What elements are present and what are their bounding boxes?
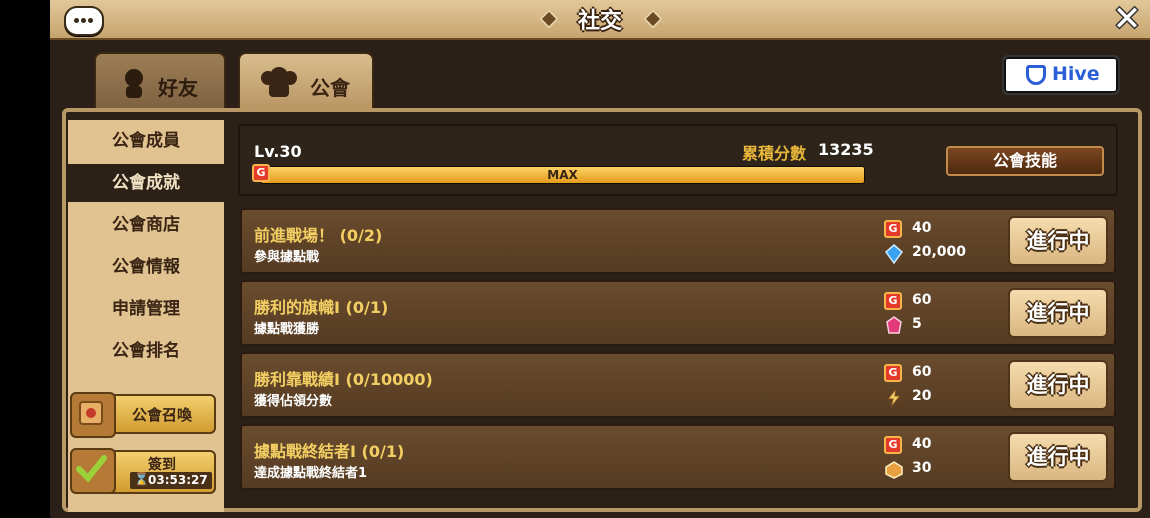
mission-row: 據點戰終結者I (0/1) 達成據點戰終結者1 G 40 30 進行中 bbox=[240, 424, 1116, 490]
close-icon[interactable]: ✕ bbox=[1110, 2, 1144, 36]
mission-row: 前進戰場！ (0/2) 參與據點戰 G 40 20,000 進行中 bbox=[240, 208, 1116, 274]
guild-summon-label: 公會召喚 bbox=[132, 406, 193, 424]
mission-description: 參與據點戰 bbox=[254, 250, 320, 265]
guild-point-icon: G bbox=[252, 164, 270, 182]
score-label: 累積分數 bbox=[742, 144, 807, 163]
mission-status-button[interactable]: 進行中 bbox=[1008, 288, 1108, 338]
checkin-button[interactable]: 簽到 ⌛ 03:53:27 bbox=[70, 448, 216, 494]
score-value: 13235 bbox=[818, 140, 874, 159]
guild-point-icon: G bbox=[884, 220, 902, 238]
mission-title: 前進戰場！ (0/2) bbox=[254, 226, 383, 245]
mission-row: 勝利的旗幟I (0/1) 據點戰獲勝 G 60 5 進行中 bbox=[240, 280, 1116, 346]
tab-friends[interactable]: 好友 bbox=[94, 52, 226, 112]
checkin-label: 簽到 bbox=[148, 457, 176, 473]
guild-exp-bar: MAX bbox=[260, 166, 865, 184]
mission-reward-value: 60 bbox=[912, 364, 932, 380]
red-crystal-icon bbox=[884, 316, 902, 334]
blue-crystal-icon bbox=[884, 244, 904, 265]
mission-reward-value: 30 bbox=[912, 460, 932, 476]
sidebar-item-ranking[interactable]: 公會排名 bbox=[68, 332, 224, 370]
guild-point-icon: G bbox=[884, 436, 902, 454]
header-bar: 社交 ✕ bbox=[50, 0, 1150, 40]
guild-level: Lv.30 bbox=[254, 142, 302, 161]
energy-icon bbox=[884, 387, 902, 408]
sidebar-item-info[interactable]: 公會情報 bbox=[68, 248, 224, 286]
mission-status-button[interactable]: 進行中 bbox=[1008, 216, 1108, 266]
guild-point-icon: G bbox=[884, 364, 902, 382]
left-letterbox bbox=[0, 0, 50, 518]
page-title: 社交 bbox=[577, 9, 622, 34]
mission-status-button[interactable]: 進行中 bbox=[1008, 360, 1108, 410]
hive-button[interactable]: Hive bbox=[1002, 55, 1120, 95]
checkin-timer: 03:53:27 bbox=[148, 473, 208, 487]
sidebar-item-members[interactable]: 公會成員 bbox=[68, 122, 224, 160]
mission-reward-value: 40 bbox=[912, 220, 932, 236]
checkmark-icon bbox=[70, 448, 116, 494]
tab-guild-label: 公會 bbox=[310, 76, 350, 100]
guild-sidebar: 公會成員 公會成就 公會商店 公會情報 申請管理 公會排名 公會召喚 簽到 ⌛ … bbox=[68, 120, 224, 512]
hourglass-icon: ⌛ bbox=[134, 472, 149, 486]
mission-reward-value: 20 bbox=[912, 388, 932, 404]
mission-reward-value: 5 bbox=[912, 316, 922, 332]
mission-description: 達成據點戰終結者1 bbox=[254, 466, 368, 481]
mission-reward-value: 60 bbox=[912, 292, 932, 308]
mission-reward-value: 20,000 bbox=[912, 244, 967, 260]
mission-status-button[interactable]: 進行中 bbox=[1008, 432, 1108, 482]
guild-skill-button[interactable]: 公會技能 bbox=[946, 146, 1104, 176]
scroll-icon bbox=[70, 392, 116, 438]
tab-guild[interactable]: 公會 bbox=[238, 52, 374, 112]
guild-members-icon bbox=[261, 67, 297, 97]
mission-row: 勝利靠戰績I (0/10000) 獲得佔領分數 G 60 20 進行中 bbox=[240, 352, 1116, 418]
hive-label: Hive bbox=[1052, 63, 1100, 85]
hive-shield-icon bbox=[1026, 65, 1046, 85]
sidebar-item-shop[interactable]: 公會商店 bbox=[68, 206, 224, 244]
guild-point-icon: G bbox=[884, 292, 902, 310]
tab-friends-label: 好友 bbox=[158, 76, 198, 100]
mission-reward-value: 40 bbox=[912, 436, 932, 452]
guild-summon-button[interactable]: 公會召喚 bbox=[70, 392, 216, 438]
medal-icon bbox=[884, 460, 903, 479]
social-screen: 社交 ✕ 好友 公會 Hive 公會成員 公會成就 公會商店 公會情報 申請管理… bbox=[50, 0, 1150, 518]
sidebar-item-achievements[interactable]: 公會成就 bbox=[68, 164, 224, 202]
sidebar-item-applications[interactable]: 申請管理 bbox=[68, 290, 224, 328]
mission-title: 據點戰終結者I (0/1) bbox=[254, 442, 405, 461]
friend-silhouette-icon bbox=[125, 69, 143, 98]
mission-title: 勝利靠戰績I (0/10000) bbox=[254, 370, 433, 389]
guild-exp-label: MAX bbox=[547, 168, 578, 182]
mission-description: 據點戰獲勝 bbox=[254, 322, 320, 337]
mission-title: 勝利的旗幟I (0/1) bbox=[254, 298, 389, 317]
mission-description: 獲得佔領分數 bbox=[254, 394, 333, 409]
